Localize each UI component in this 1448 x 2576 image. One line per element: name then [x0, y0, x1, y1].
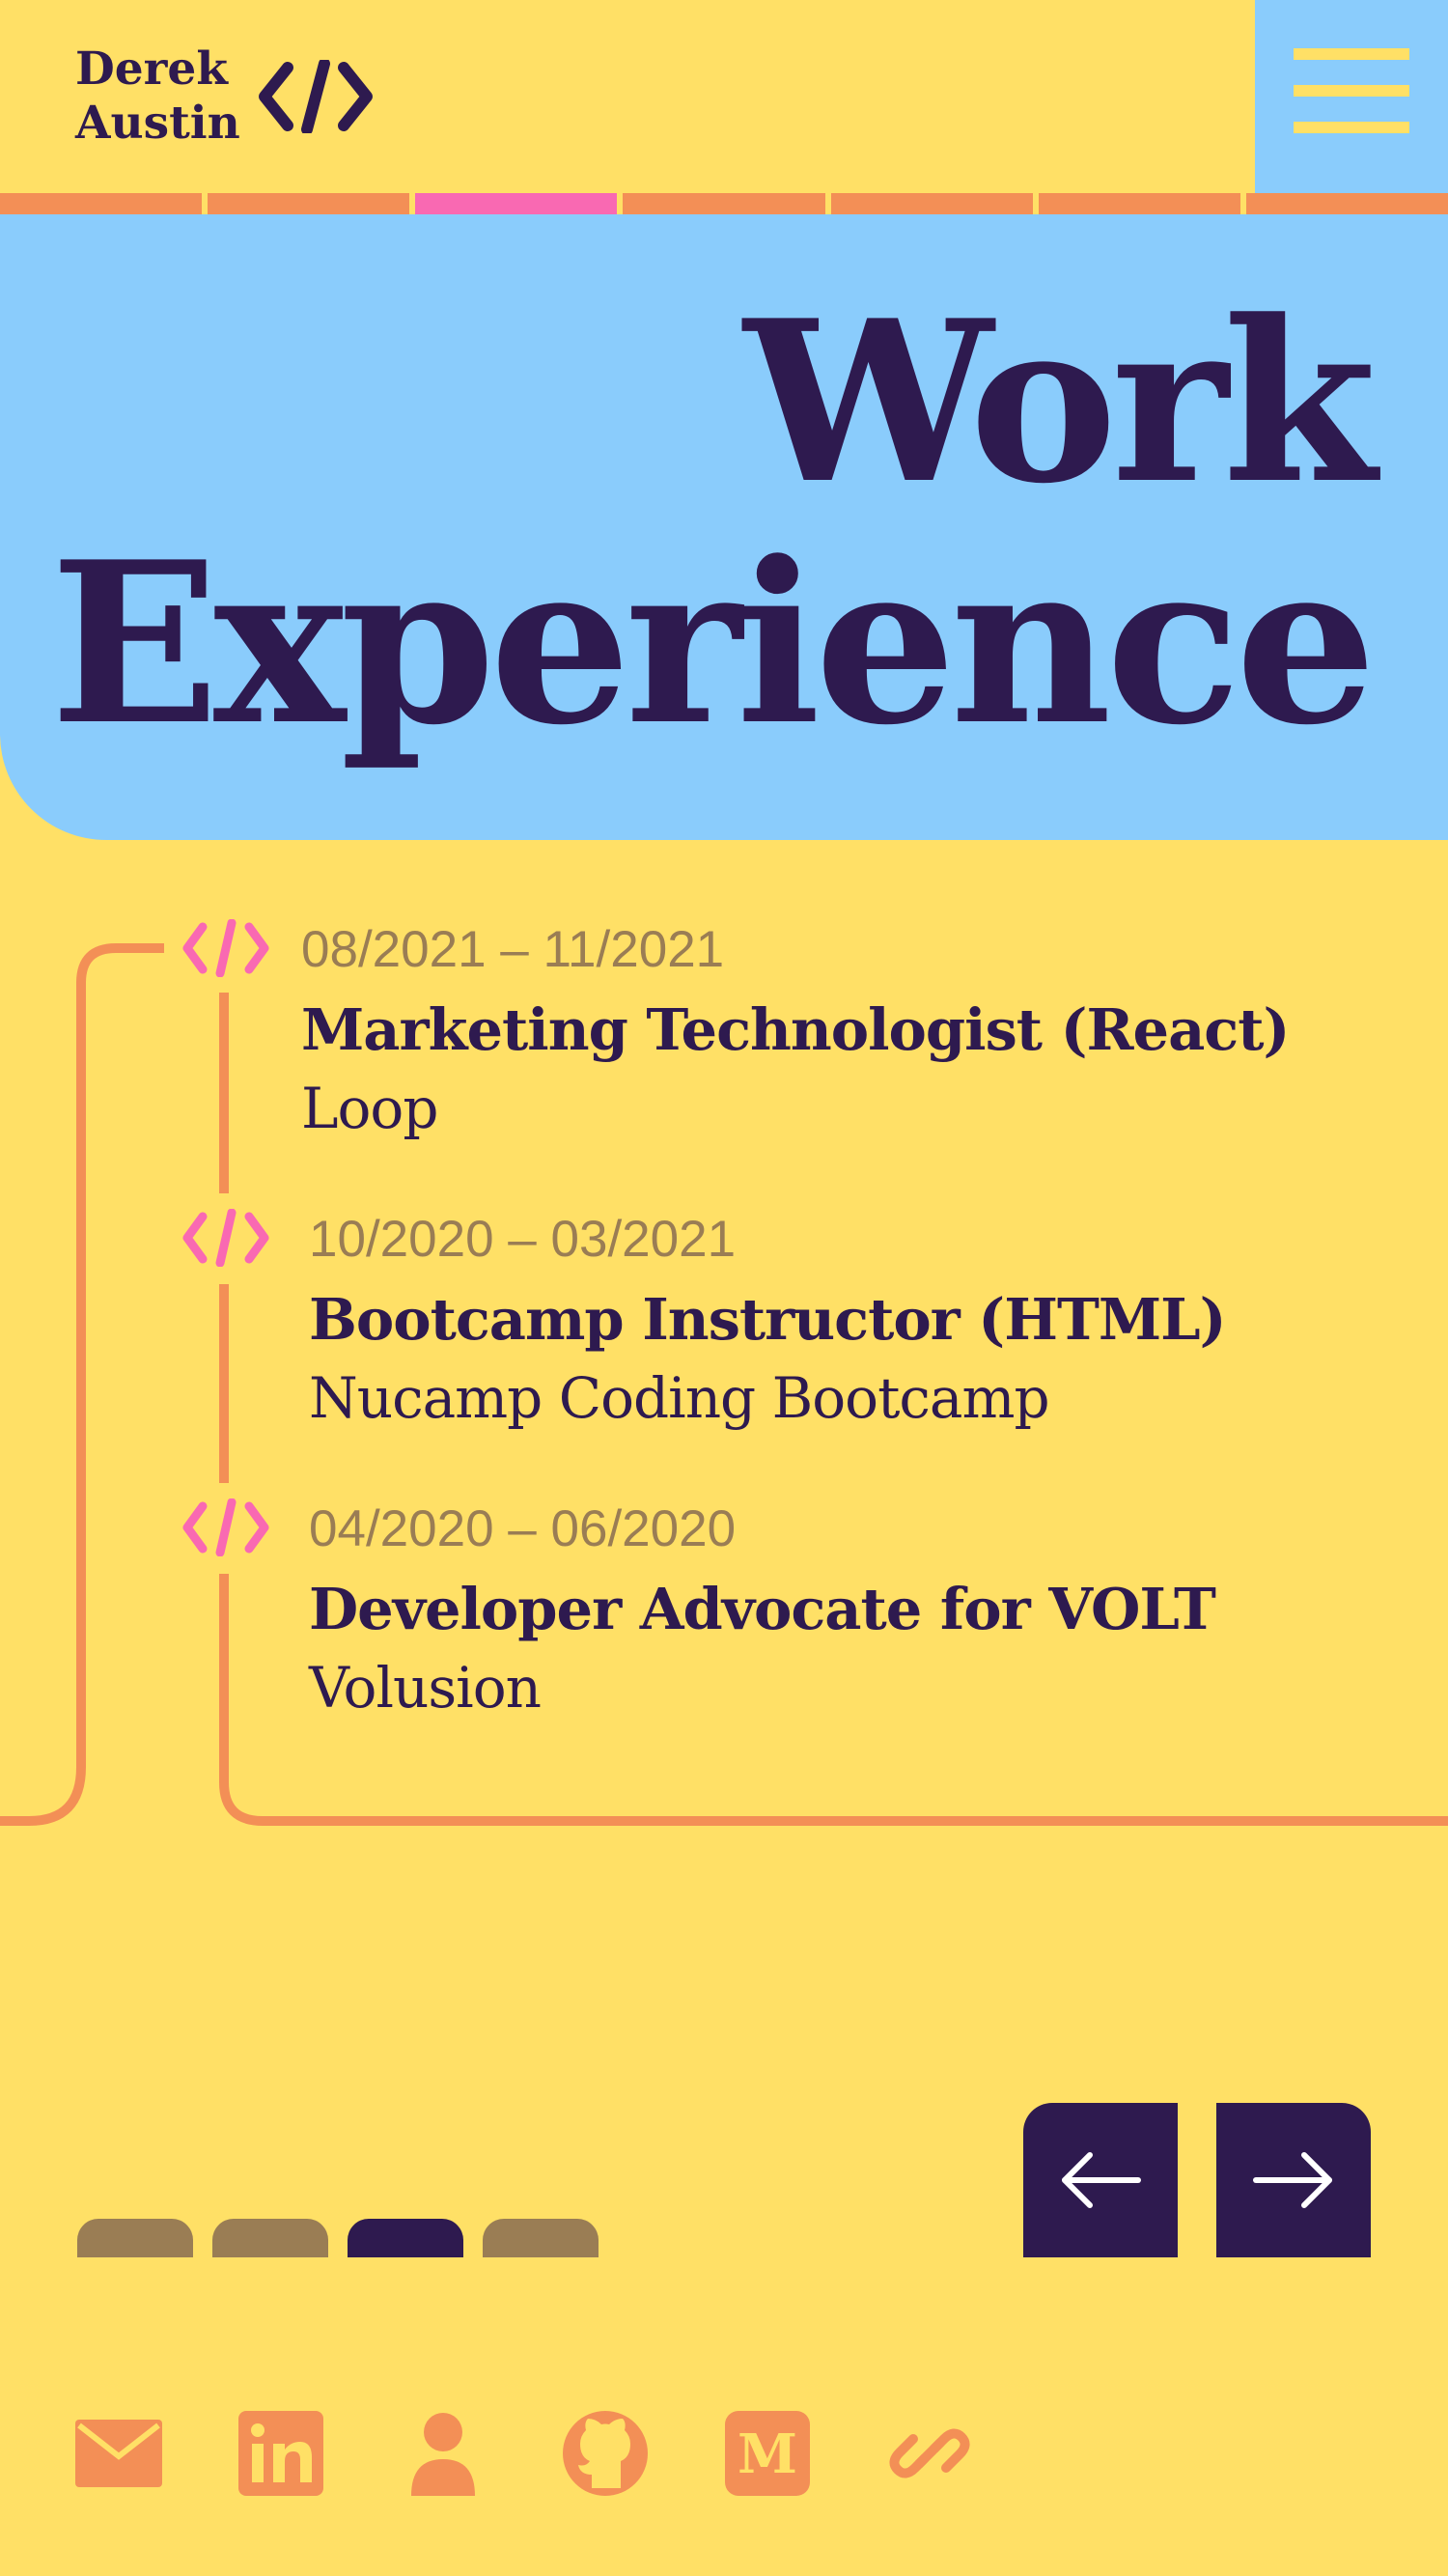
brand-name-line2: Austin — [75, 97, 240, 150]
email-icon[interactable] — [75, 2410, 162, 2497]
progress-segment[interactable] — [208, 193, 410, 214]
hamburger-menu-button[interactable] — [1255, 0, 1448, 193]
job-company: Loop — [301, 1076, 438, 1141]
arrow-right-icon — [1253, 2152, 1332, 2208]
job-date: 04/2020 – 06/2020 — [309, 1500, 737, 1557]
job-entry[interactable]: 10/2020 – 03/2021 Bootcamp Instructor (H… — [309, 1211, 1227, 1437]
progress-segment[interactable] — [623, 193, 825, 214]
work-timeline: 08/2021 – 11/2021 Marketing Technologist… — [0, 908, 1448, 1834]
previous-button[interactable] — [1023, 2103, 1178, 2257]
job-entry[interactable]: 08/2021 – 11/2021 Marketing Technologist… — [301, 921, 1290, 1147]
menu-bar — [1294, 85, 1409, 97]
code-brackets-icon — [182, 1209, 269, 1267]
link-icon[interactable] — [886, 2410, 973, 2497]
next-button[interactable] — [1216, 2103, 1371, 2257]
linkedin-icon[interactable] — [237, 2410, 324, 2497]
page-title: Work Experience — [49, 272, 1378, 774]
page-title-line2: Experience — [49, 514, 1377, 774]
arrow-left-icon — [1062, 2152, 1141, 2208]
page-dot-2[interactable] — [212, 2219, 328, 2257]
page-dot-1[interactable] — [77, 2219, 193, 2257]
job-company: Nucamp Coding Bootcamp — [309, 1365, 1050, 1431]
job-title: Bootcamp Instructor (HTML) — [309, 1286, 1227, 1353]
hero-banner: Work Experience — [0, 214, 1448, 840]
hamburger-menu-icon — [1294, 48, 1409, 60]
medium-icon[interactable]: M — [724, 2410, 811, 2497]
code-brackets-icon — [182, 919, 269, 977]
job-title: Developer Advocate for VOLT — [309, 1576, 1216, 1642]
menu-bar — [1294, 122, 1409, 133]
pagination-dots — [77, 2219, 599, 2257]
page-dot-3-active[interactable] — [348, 2219, 463, 2257]
site-header: Derek Austin — [0, 0, 1448, 193]
svg-text:M: M — [738, 2422, 797, 2486]
person-icon[interactable] — [400, 2410, 487, 2497]
job-date: 10/2020 – 03/2021 — [309, 1211, 737, 1268]
job-entry[interactable]: 04/2020 – 06/2020 Developer Advocate for… — [309, 1500, 1216, 1726]
progress-segment[interactable] — [0, 193, 203, 214]
section-progress-strip — [0, 193, 1448, 214]
progress-segment[interactable] — [830, 193, 1033, 214]
code-brackets-icon — [182, 1498, 269, 1556]
job-title: Marketing Technologist (React) — [301, 996, 1290, 1063]
progress-segment[interactable] — [1038, 193, 1240, 214]
job-company: Volusion — [309, 1655, 542, 1721]
brand-name[interactable]: Derek Austin — [75, 42, 240, 151]
job-date: 08/2021 – 11/2021 — [301, 921, 725, 978]
progress-segment[interactable] — [1245, 193, 1448, 214]
page-title-line1: Work — [743, 272, 1378, 533]
code-brackets-icon[interactable] — [259, 60, 373, 133]
social-links: M — [75, 2410, 973, 2497]
github-icon[interactable] — [562, 2410, 649, 2497]
brand-name-line1: Derek — [75, 42, 228, 96]
progress-segment-active[interactable] — [415, 193, 618, 214]
page-dot-4[interactable] — [483, 2219, 599, 2257]
